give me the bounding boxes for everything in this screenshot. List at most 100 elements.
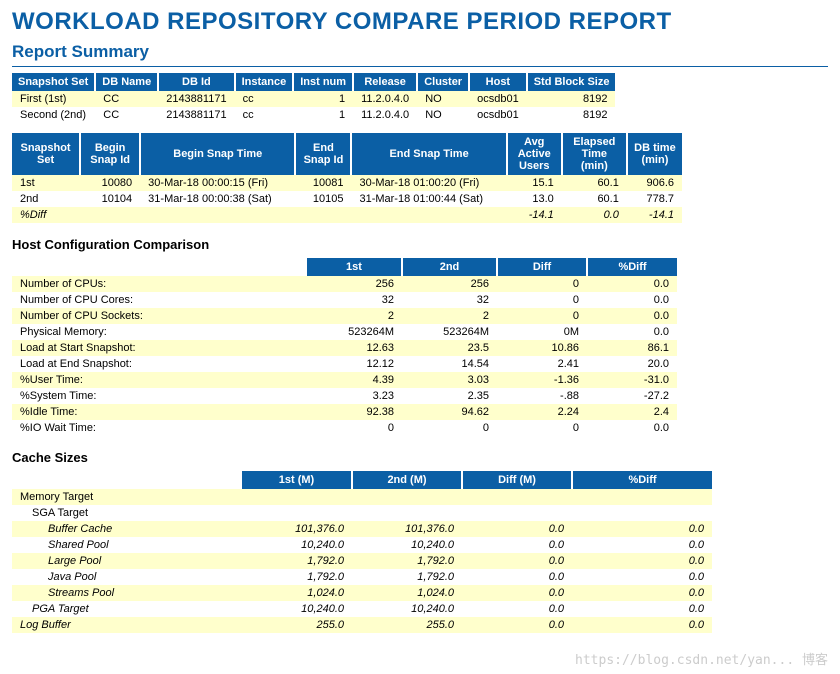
cell: 10,240.0	[352, 601, 462, 617]
table-row: Memory Target	[12, 489, 712, 505]
col-header: 2nd (M)	[352, 471, 462, 489]
cell: 30-Mar-18 00:00:15 (Fri)	[140, 175, 295, 191]
cell: CC	[95, 91, 158, 107]
cell: Number of CPUs:	[12, 276, 307, 292]
cell: cc	[235, 91, 294, 107]
table-row: 1st1008030-Mar-18 00:00:15 (Fri)1008130-…	[12, 175, 682, 191]
cell: 0.0	[587, 276, 677, 292]
cell: 2.35	[402, 388, 497, 404]
cell: 0.0	[572, 601, 712, 617]
cell: 0.0	[462, 521, 572, 537]
cell: 13.0	[507, 191, 562, 207]
snapshot-time-table: Snapshot SetBegin Snap IdBegin Snap Time…	[12, 133, 682, 223]
cell: 8192	[527, 91, 616, 107]
cell: Shared Pool	[12, 537, 242, 553]
cell: -31.0	[587, 372, 677, 388]
cell: 0	[497, 308, 587, 324]
table-row: Large Pool1,792.01,792.00.00.0	[12, 553, 712, 569]
cell: 0	[497, 292, 587, 308]
cell: Load at Start Snapshot:	[12, 340, 307, 356]
cell	[80, 207, 140, 223]
table-row: %System Time:3.232.35-.88-27.2	[12, 388, 677, 404]
cell: 10,240.0	[242, 537, 352, 553]
table-row: PGA Target10,240.010,240.00.00.0	[12, 601, 712, 617]
cell: Physical Memory:	[12, 324, 307, 340]
table-row: Load at Start Snapshot:12.6323.510.8686.…	[12, 340, 677, 356]
cell: 0.0	[587, 292, 677, 308]
cell	[242, 489, 352, 505]
cell: %User Time:	[12, 372, 307, 388]
cell: PGA Target	[12, 601, 242, 617]
cell: Memory Target	[12, 489, 242, 505]
page-title: WORKLOAD REPOSITORY COMPARE PERIOD REPOR…	[12, 8, 828, 36]
cell: 255.0	[242, 617, 352, 633]
cell	[462, 489, 572, 505]
cell: 0.0	[572, 585, 712, 601]
cell: 0	[497, 420, 587, 436]
cell: 94.62	[402, 404, 497, 420]
cell: 12.12	[307, 356, 402, 372]
cell: First (1st)	[12, 91, 95, 107]
table-row: SGA Target	[12, 505, 712, 521]
table-row: Number of CPU Sockets:2200.0	[12, 308, 677, 324]
cell: Log Buffer	[12, 617, 242, 633]
cell: 4.39	[307, 372, 402, 388]
col-header	[12, 471, 242, 489]
cell: %IO Wait Time:	[12, 420, 307, 436]
cell	[462, 505, 572, 521]
cell: Streams Pool	[12, 585, 242, 601]
cell: -1.36	[497, 372, 587, 388]
cell: 906.6	[627, 175, 682, 191]
diff-row: %Diff-14.10.0-14.1	[12, 207, 682, 223]
cell: 101,376.0	[352, 521, 462, 537]
cell: 256	[307, 276, 402, 292]
table-row: Number of CPU Cores:323200.0	[12, 292, 677, 308]
table-row: Java Pool1,792.01,792.00.00.0	[12, 569, 712, 585]
cell: 92.38	[307, 404, 402, 420]
cell: Buffer Cache	[12, 521, 242, 537]
col-header: Std Block Size	[527, 73, 616, 91]
cell: 0.0	[462, 601, 572, 617]
cell: 10.86	[497, 340, 587, 356]
cell: Number of CPU Cores:	[12, 292, 307, 308]
cell: 1,792.0	[242, 569, 352, 585]
cell: 101,376.0	[242, 521, 352, 537]
cell	[352, 489, 462, 505]
cell: Large Pool	[12, 553, 242, 569]
cell: 0.0	[462, 617, 572, 633]
snapshot-set-table: Snapshot SetDB NameDB IdInstanceInst num…	[12, 73, 615, 123]
col-header: Diff (M)	[462, 471, 572, 489]
cell: CC	[95, 107, 158, 123]
table-row: %User Time:4.393.03-1.36-31.0	[12, 372, 677, 388]
col-header: Inst num	[293, 73, 353, 91]
col-header: Elapsed Time (min)	[562, 133, 627, 175]
cell: 0.0	[587, 324, 677, 340]
cell: ocsdb01	[469, 91, 527, 107]
col-header: 1st (M)	[242, 471, 352, 489]
col-header: Snapshot Set	[12, 73, 95, 91]
report-summary-heading: Report Summary	[12, 42, 828, 67]
cell: 1,024.0	[352, 585, 462, 601]
cell	[140, 207, 295, 223]
cell: 0.0	[462, 553, 572, 569]
cell: 14.54	[402, 356, 497, 372]
cell: 10081	[295, 175, 351, 191]
cell: 0	[497, 276, 587, 292]
cell: 0M	[497, 324, 587, 340]
cell: 0	[307, 420, 402, 436]
cell: 1	[293, 91, 353, 107]
col-header: 2nd	[402, 258, 497, 276]
cell: %System Time:	[12, 388, 307, 404]
cell: 86.1	[587, 340, 677, 356]
host-config-table: 1st2ndDiff%Diff Number of CPUs:25625600.…	[12, 258, 677, 436]
cache-sizes-table: 1st (M)2nd (M)Diff (M)%Diff Memory Targe…	[12, 471, 712, 633]
col-header: Avg Active Users	[507, 133, 562, 175]
cell: 2.41	[497, 356, 587, 372]
table-row: Buffer Cache101,376.0101,376.00.00.0	[12, 521, 712, 537]
col-header: %Diff	[587, 258, 677, 276]
cell: 11.2.0.4.0	[353, 107, 417, 123]
cell: 10,240.0	[242, 601, 352, 617]
cell: 2143881171	[158, 91, 234, 107]
cell: Load at End Snapshot:	[12, 356, 307, 372]
cell: 31-Mar-18 00:00:38 (Sat)	[140, 191, 295, 207]
